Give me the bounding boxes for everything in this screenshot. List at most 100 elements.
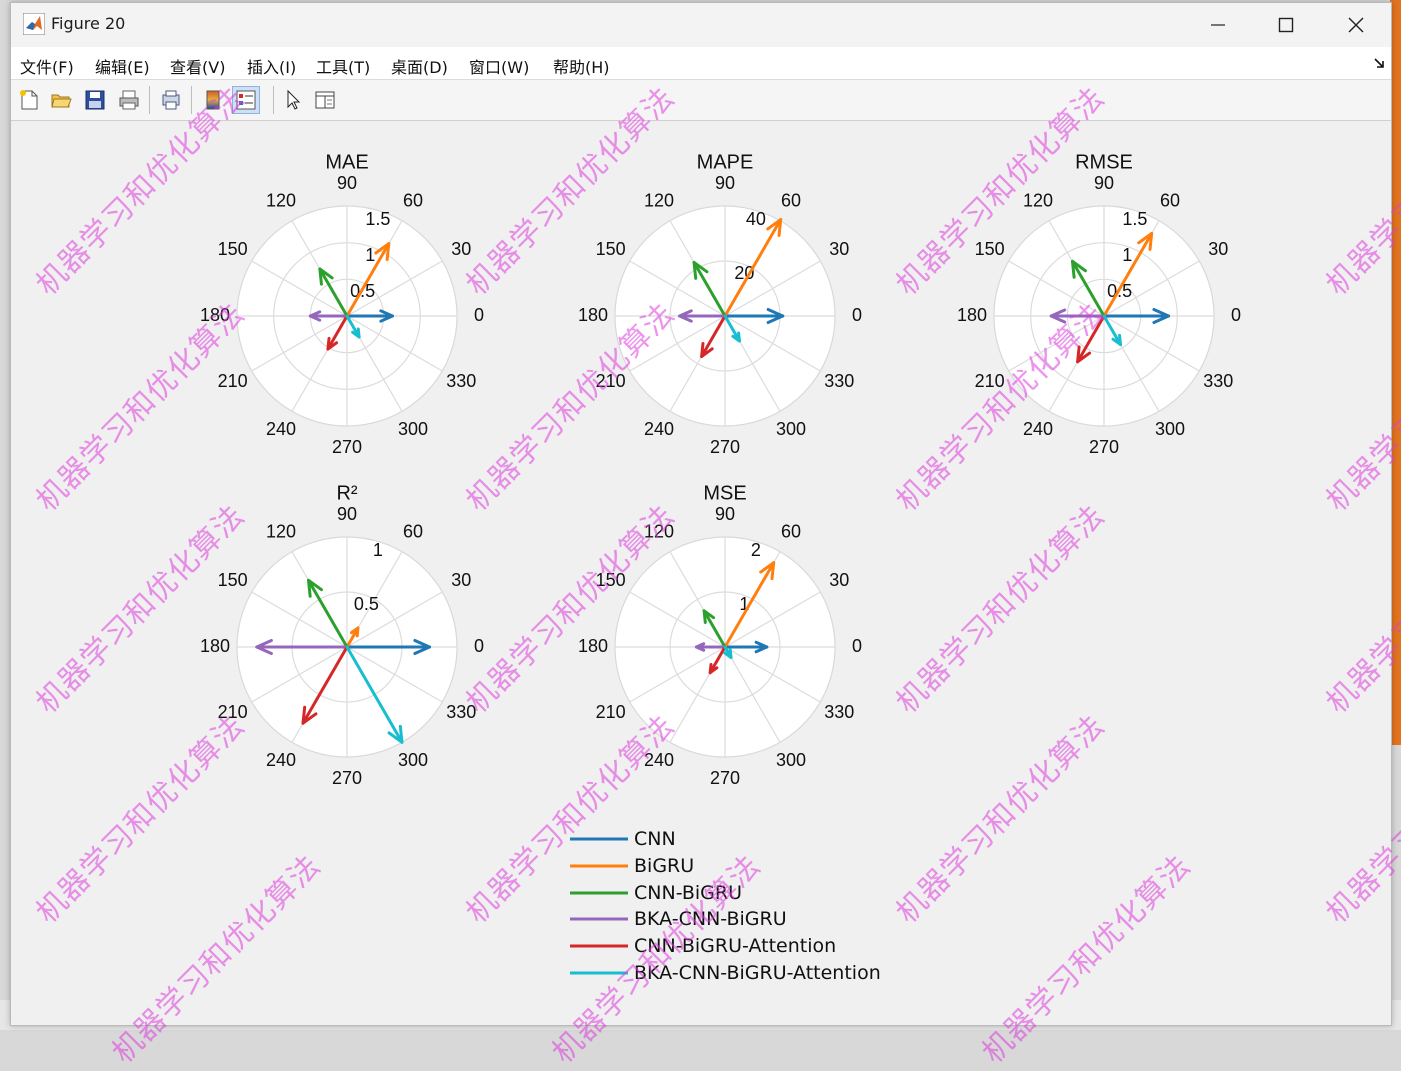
angle-tick-label: 30 [451, 239, 471, 259]
angle-tick-label: 150 [218, 239, 248, 259]
new-figure-icon [20, 90, 38, 110]
angle-tick-label: 240 [1023, 419, 1053, 439]
colorbar-icon [206, 90, 220, 110]
matlab-logo-icon [23, 13, 45, 35]
colorbar-button[interactable] [199, 86, 227, 114]
dock-arrow-icon[interactable] [1373, 57, 1385, 69]
angle-tick-label: 120 [644, 521, 674, 541]
minimize-button[interactable] [1188, 3, 1248, 47]
angle-tick-label: 240 [644, 750, 674, 770]
menu-insert[interactable]: 插入(I) [247, 54, 296, 78]
menu-tools[interactable]: 工具(T) [316, 54, 370, 78]
angle-tick-label: 210 [596, 702, 626, 722]
pointer-button[interactable] [279, 86, 307, 114]
menu-window[interactable]: 窗口(W) [469, 54, 529, 78]
legend-label: BKA-CNN-BiGRU [634, 908, 787, 930]
minimize-icon [1211, 24, 1225, 26]
plot-title: MSE [703, 482, 746, 504]
radial-tick-label: 2 [751, 540, 761, 560]
maximize-icon [1278, 17, 1294, 33]
angle-tick-label: 0 [474, 636, 484, 656]
angle-tick-label: 180 [200, 636, 230, 656]
angle-tick-label: 90 [715, 504, 735, 524]
angle-tick-label: 180 [957, 305, 987, 325]
property-inspector-button[interactable] [311, 86, 339, 114]
legend-label: BKA-CNN-BiGRU-Attention [634, 962, 881, 984]
legend-button[interactable] [232, 86, 260, 114]
open-folder-icon [51, 94, 72, 108]
close-icon [1348, 17, 1364, 33]
angle-tick-label: 330 [824, 702, 854, 722]
angle-tick-label: 90 [337, 173, 357, 193]
legend-entry-bka-cnn-bigru: BKA-CNN-BiGRU [568, 908, 888, 930]
save-button[interactable] [81, 86, 109, 114]
close-button[interactable] [1326, 3, 1386, 47]
angle-tick-label: 150 [596, 239, 626, 259]
legend-line-cnn-bigru-attention [570, 944, 628, 948]
legend-icon [236, 90, 256, 110]
angle-tick-label: 60 [781, 190, 801, 210]
print-button[interactable] [115, 86, 143, 114]
window-title: Figure 20 [51, 14, 126, 33]
angle-tick-label: 210 [218, 702, 248, 722]
angle-tick-label: 330 [446, 702, 476, 722]
plot-title: MAE [325, 151, 368, 173]
menu-bar: 文件(F) 编辑(E) 查看(V) 插入(I) 工具(T) 桌面(D) 窗口(W… [11, 47, 1391, 80]
legend-entry-bka-cnn-bigru-attention: BKA-CNN-BiGRU-Attention [568, 962, 888, 984]
angle-tick-label: 330 [824, 371, 854, 391]
angle-tick-label: 330 [446, 371, 476, 391]
angle-tick-label: 30 [451, 570, 471, 590]
print-preview-button[interactable] [157, 86, 185, 114]
menu-desktop[interactable]: 桌面(D) [391, 54, 448, 78]
angle-tick-label: 240 [644, 419, 674, 439]
plot-title: R² [336, 482, 357, 504]
angle-tick-label: 120 [266, 521, 296, 541]
menu-help[interactable]: 帮助(H) [553, 54, 610, 78]
maximize-button[interactable] [1256, 3, 1316, 47]
legend-line-cnn [570, 837, 628, 841]
angle-tick-label: 90 [1094, 173, 1114, 193]
new-figure-button[interactable] [15, 86, 43, 114]
angle-tick-label: 90 [337, 504, 357, 524]
angle-tick-label: 60 [781, 521, 801, 541]
angle-tick-label: 300 [776, 750, 806, 770]
angle-tick-label: 60 [403, 521, 423, 541]
angle-tick-label: 150 [975, 239, 1005, 259]
legend-line-bigru [570, 864, 628, 868]
angle-tick-label: 210 [975, 371, 1005, 391]
menu-file[interactable]: 文件(F) [20, 54, 74, 78]
radial-tick-label: 1 [373, 540, 383, 560]
angle-tick-label: 180 [200, 305, 230, 325]
menu-edit[interactable]: 编辑(E) [95, 54, 150, 78]
angle-tick-label: 180 [578, 636, 608, 656]
radial-tick-label: 1.5 [1122, 209, 1147, 229]
radial-tick-label: 1 [1122, 245, 1132, 265]
angle-tick-label: 270 [710, 768, 740, 788]
legend[interactable]: CNN BiGRU CNN-BiGRU BKA-CNN-BiGRU CNN-Bi… [568, 824, 888, 989]
angle-tick-label: 240 [266, 750, 296, 770]
property-inspector-icon [315, 91, 335, 109]
legend-line-cnn-bigru [570, 891, 628, 895]
legend-entry-bigru: BiGRU [568, 855, 888, 877]
menu-view[interactable]: 查看(V) [170, 54, 225, 78]
angle-tick-label: 270 [1089, 437, 1119, 457]
legend-entry-cnn-bigru-attention: CNN-BiGRU-Attention [568, 935, 888, 957]
angle-tick-label: 0 [852, 636, 862, 656]
angle-tick-label: 0 [852, 305, 862, 325]
pointer-icon [287, 89, 301, 110]
toolbar-separator [149, 86, 150, 114]
toolbar [11, 80, 1391, 121]
legend-label: BiGRU [634, 855, 695, 877]
angle-tick-label: 330 [1203, 371, 1233, 391]
angle-tick-label: 120 [644, 190, 674, 210]
angle-tick-label: 180 [578, 305, 608, 325]
toolbar-separator [273, 86, 274, 114]
angle-tick-label: 30 [829, 239, 849, 259]
toolbar-separator [191, 86, 192, 114]
title-bar: Figure 20 [11, 3, 1391, 47]
angle-tick-label: 120 [266, 190, 296, 210]
open-button[interactable] [47, 86, 75, 114]
radial-tick-label: 1 [365, 245, 375, 265]
angle-tick-label: 150 [596, 570, 626, 590]
angle-tick-label: 300 [398, 750, 428, 770]
